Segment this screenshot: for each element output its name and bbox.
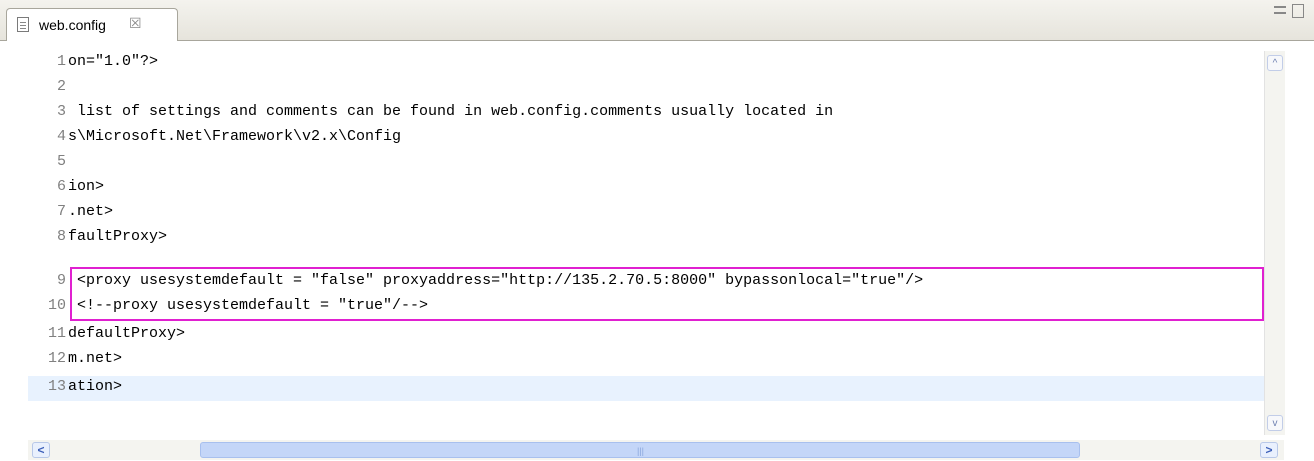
line-number: 11	[47, 325, 66, 342]
file-icon	[17, 17, 29, 32]
line-text: on="1.0"?>	[68, 53, 159, 70]
editor-tab-bar: web.config ☒	[0, 0, 1314, 41]
horizontal-scroll-thumb[interactable]: |||	[200, 442, 1080, 458]
line-number: 12	[47, 350, 66, 367]
scroll-grip-icon: |||	[637, 446, 645, 456]
scroll-right-button[interactable]: >	[1260, 442, 1278, 458]
line-text: .net>	[68, 203, 114, 220]
maximize-icon[interactable]	[1292, 4, 1304, 18]
close-icon[interactable]: ☒	[129, 15, 142, 32]
line-number: 5	[56, 153, 66, 170]
tab-label: web.config	[39, 17, 106, 33]
line-number: 1	[56, 53, 66, 70]
line-text: faultProxy>	[68, 228, 168, 245]
code-line: 6 ion>	[28, 176, 1264, 201]
scroll-up-button[interactable]: ^	[1267, 55, 1283, 71]
code-editor[interactable]: 1 on="1.0"?> 2 3 list of settings and co…	[28, 51, 1264, 435]
line-text: defaultProxy>	[68, 325, 186, 342]
code-line-current: 13 ation>	[28, 376, 1264, 401]
line-text: ion>	[68, 178, 105, 195]
horizontal-scrollbar[interactable]: < ||| >	[28, 440, 1284, 460]
tab-web-config[interactable]: web.config ☒	[6, 8, 178, 41]
minimize-icon[interactable]	[1274, 6, 1286, 14]
line-text: ation>	[68, 378, 123, 395]
highlight-annotation-box	[70, 267, 1264, 321]
code-line: 11 defaultProxy>	[28, 323, 1264, 348]
line-number: 4	[56, 128, 66, 145]
line-text: list of settings and comments can be fou…	[68, 103, 834, 120]
code-line: 2	[28, 76, 1264, 101]
line-number: 6	[56, 178, 66, 195]
code-line: 5	[28, 151, 1264, 176]
scroll-down-button[interactable]: v	[1267, 415, 1283, 431]
code-line: 1 on="1.0"?>	[28, 51, 1264, 76]
line-number: 8	[56, 228, 66, 245]
line-number: 3	[56, 103, 66, 120]
code-line: 12 m.net>	[28, 348, 1264, 373]
line-number: 2	[56, 78, 66, 95]
code-line: 3 list of settings and comments can be f…	[28, 101, 1264, 126]
line-number: 13	[47, 378, 66, 395]
scroll-left-button[interactable]: <	[32, 442, 50, 458]
line-number: 10	[47, 297, 66, 314]
line-number: 9	[56, 272, 66, 289]
code-line: 4 s\Microsoft.Net\Framework\v2.x\Config	[28, 126, 1264, 151]
code-line: 7 .net>	[28, 201, 1264, 226]
code-line: 8 faultProxy>	[28, 226, 1264, 251]
line-number: 7	[56, 203, 66, 220]
line-text: m.net>	[68, 350, 123, 367]
vertical-scrollbar[interactable]: ^ v	[1264, 51, 1285, 435]
line-text: s\Microsoft.Net\Framework\v2.x\Config	[68, 128, 402, 145]
